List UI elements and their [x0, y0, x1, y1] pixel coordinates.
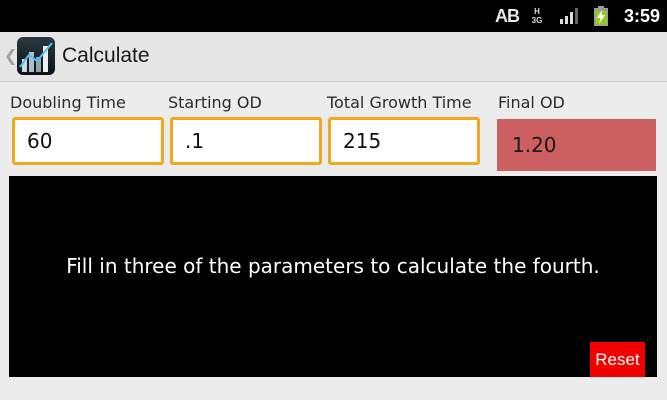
- page-title: Calculate: [62, 44, 150, 67]
- final-od-label: Final OD: [498, 93, 565, 112]
- starting-od-label: Starting OD: [168, 93, 262, 112]
- action-bar: ❮ Calculate: [0, 32, 667, 82]
- final-od-field[interactable]: 1.20: [497, 119, 656, 171]
- app-icon[interactable]: [17, 37, 55, 75]
- status-bar: AB H 3G 3:59: [0, 0, 667, 32]
- total-growth-time-input[interactable]: [328, 117, 480, 165]
- total-growth-time-label: Total Growth Time: [327, 93, 472, 112]
- network-type-indicator: H 3G: [530, 0, 544, 32]
- message-panel: Fill in three of the parameters to calcu…: [9, 176, 657, 377]
- chevron-left-icon[interactable]: ❮: [4, 46, 17, 65]
- instruction-message: Fill in three of the parameters to calcu…: [66, 254, 600, 278]
- ab-indicator: AB: [495, 5, 520, 26]
- doubling-time-label: Doubling Time: [10, 93, 126, 112]
- starting-od-input[interactable]: [170, 117, 322, 165]
- signal-strength-icon: [560, 0, 580, 32]
- network-3g-label: 3G: [531, 16, 543, 25]
- battery-charging-icon: [594, 0, 608, 32]
- network-h-label: H: [534, 7, 540, 16]
- doubling-time-input[interactable]: [12, 117, 164, 165]
- status-time: 3:59: [624, 5, 661, 26]
- reset-button[interactable]: Reset: [590, 342, 645, 377]
